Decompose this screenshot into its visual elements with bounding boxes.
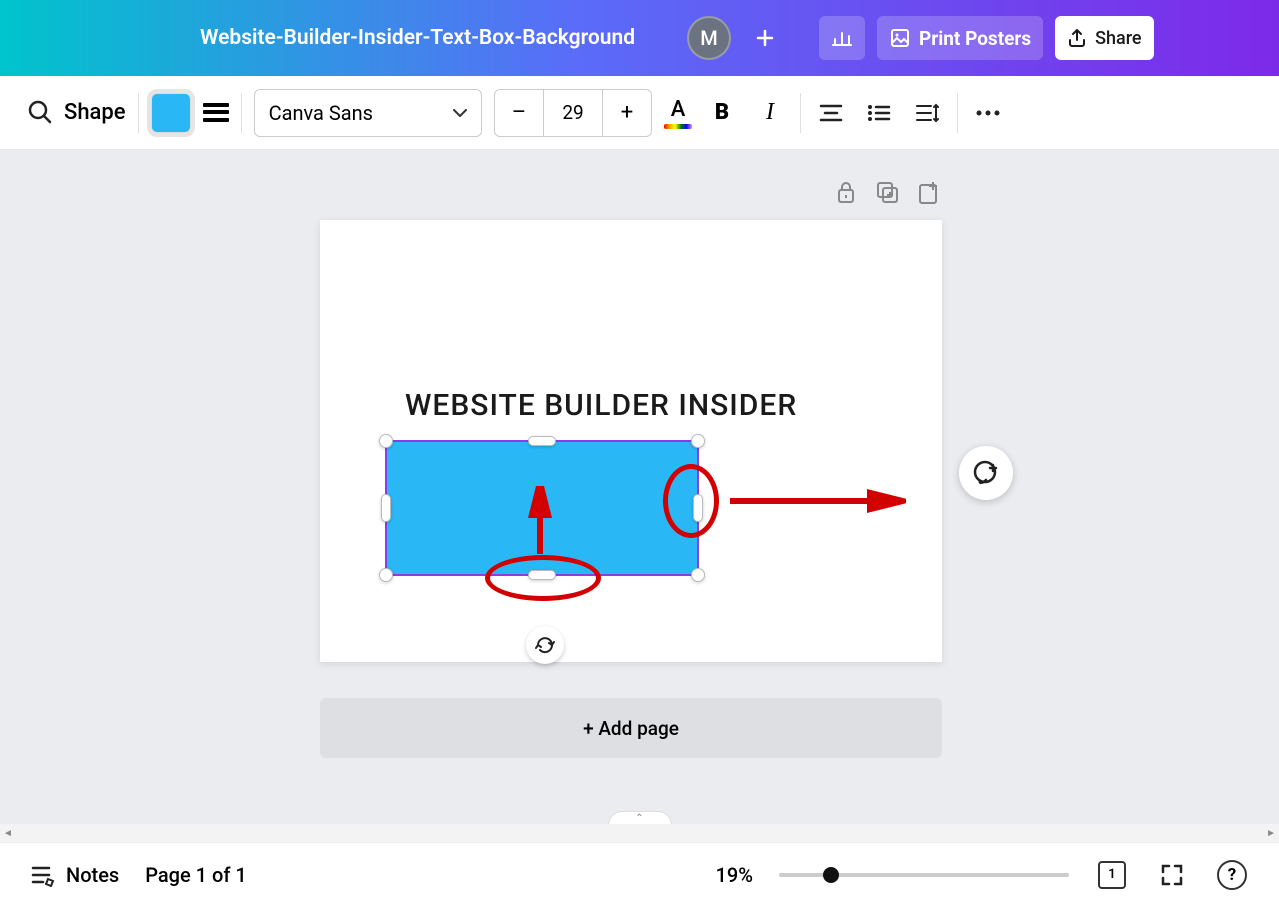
text-color-icon: A [671, 97, 686, 122]
resize-handle-tr[interactable] [691, 434, 705, 448]
plus-icon [755, 28, 775, 48]
fullscreen-button[interactable] [1155, 858, 1189, 892]
zoom-percent[interactable]: 19% [716, 863, 753, 887]
zoom-slider[interactable] [779, 873, 1069, 877]
resize-handle-bl[interactable] [379, 568, 393, 582]
rotate-icon [535, 635, 555, 655]
collapse-tab[interactable]: ⌃ [608, 811, 672, 825]
resize-handle-right[interactable] [693, 494, 703, 522]
print-button[interactable]: Print Posters [877, 16, 1043, 60]
resize-handle-bottom[interactable] [528, 570, 556, 580]
lock-page-button[interactable] [835, 180, 857, 208]
more-icon [976, 110, 1000, 116]
add-page-bar[interactable]: + Add page [320, 698, 942, 758]
spacing-button[interactable] [909, 95, 945, 131]
notes-icon [30, 863, 56, 887]
canvas-area[interactable]: WEBSITE BUILDER INSIDER [0, 150, 1279, 842]
rotate-float-button[interactable] [526, 626, 564, 664]
page-indicator[interactable]: Page 1 of 1 [145, 863, 247, 887]
font-size-decrease[interactable]: – [495, 90, 543, 136]
page-list-button[interactable]: 1 [1095, 858, 1129, 892]
more-button[interactable] [970, 95, 1006, 131]
design-title[interactable]: Website-Builder-Insider-Text-Box-Backgro… [200, 26, 635, 50]
shape-icon [26, 98, 56, 128]
upload-icon [1067, 28, 1087, 48]
align-icon [819, 103, 843, 123]
design-page[interactable]: WEBSITE BUILDER INSIDER [320, 220, 942, 662]
notes-button[interactable]: Notes [30, 863, 119, 887]
app-header: Website-Builder-Insider-Text-Box-Backgro… [0, 0, 1279, 76]
chevron-down-icon [453, 109, 467, 117]
list-button[interactable] [861, 95, 897, 131]
horizontal-scrollbar[interactable] [0, 824, 1279, 842]
shape-tool[interactable]: Shape [26, 91, 126, 135]
help-button[interactable]: ? [1215, 858, 1249, 892]
footer-bar: Notes Page 1 of 1 19% 1 ? [0, 842, 1279, 906]
comment-plus-icon [972, 459, 1000, 487]
text-color-button[interactable]: A [664, 97, 692, 129]
canvas-heading[interactable]: WEBSITE BUILDER INSIDER [405, 388, 797, 423]
bold-button[interactable]: B [704, 95, 740, 131]
resize-handle-top[interactable] [528, 436, 556, 446]
alignment-button[interactable] [813, 95, 849, 131]
resize-handle-tl[interactable] [379, 434, 393, 448]
resize-handle-br[interactable] [691, 568, 705, 582]
font-family-dropdown[interactable]: Canva Sans [254, 89, 482, 137]
fullscreen-icon [1160, 863, 1184, 887]
border-style-button[interactable] [203, 102, 229, 124]
add-collaborator-button[interactable] [743, 16, 787, 60]
duplicate-page-button[interactable] [875, 180, 899, 208]
comment-float-button[interactable] [959, 446, 1013, 500]
resize-handle-left[interactable] [381, 494, 391, 522]
selected-shape[interactable] [385, 440, 699, 576]
share-button[interactable]: Share [1055, 16, 1153, 60]
page-controls [835, 180, 939, 208]
analytics-button[interactable] [819, 16, 865, 60]
list-icon [867, 103, 891, 123]
font-size-increase[interactable]: + [603, 90, 651, 136]
annotation-arrow-right [726, 486, 906, 516]
zoom-slider-knob[interactable] [823, 867, 839, 883]
font-size-stepper: – 29 + [494, 89, 652, 137]
bar-chart-icon [831, 27, 853, 49]
fill-color-swatch[interactable] [151, 93, 191, 133]
font-size-value[interactable]: 29 [543, 90, 603, 136]
spacing-icon [915, 102, 939, 124]
italic-button[interactable]: I [752, 95, 788, 131]
add-page-button[interactable] [917, 180, 939, 208]
user-avatar[interactable]: M [687, 16, 731, 60]
image-icon [889, 27, 911, 49]
context-toolbar: Shape Canva Sans – 29 + A B I [0, 76, 1279, 150]
